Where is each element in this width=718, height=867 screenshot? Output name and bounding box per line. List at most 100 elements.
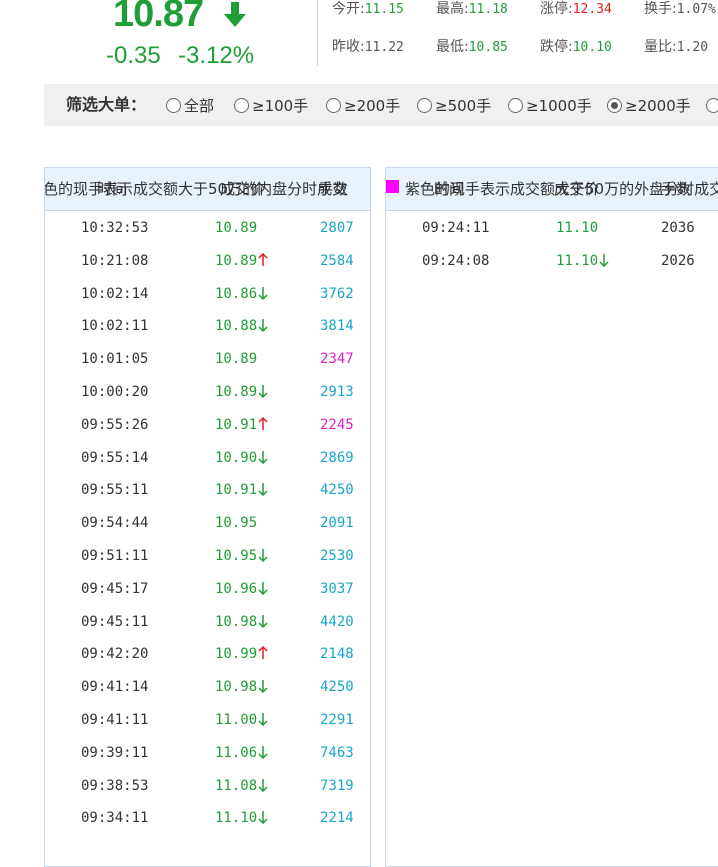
trade-price: 10.90 bbox=[215, 449, 268, 467]
stat-high: 最高:11.18 bbox=[436, 1, 508, 17]
trade-row: 09:24:11 11.10 2036 bbox=[386, 211, 718, 244]
arrow-up-icon bbox=[258, 252, 268, 266]
stat-limit-up: 涨停:12.34 bbox=[540, 1, 612, 17]
inner-trades-list: 10:32:53 10.89 2807 10:21:08 10.89 2584 10:02:… bbox=[45, 211, 370, 834]
radio-button[interactable] bbox=[508, 97, 523, 113]
trade-time: 10:02:14 bbox=[81, 285, 149, 302]
radio-button[interactable] bbox=[706, 97, 718, 113]
trade-price: 10.89 bbox=[215, 383, 268, 401]
trade-time: 09:55:14 bbox=[81, 449, 149, 466]
trade-row: 09:39:11 11.06 7463 bbox=[45, 736, 370, 769]
filter-option-more[interactable] bbox=[706, 95, 718, 115]
trade-volume: 3037 bbox=[320, 580, 354, 597]
outer-trades-header: 紫色的现手表示成交额大于50万的外盘分时成交 时间 成交价 手数 bbox=[386, 168, 718, 211]
trade-price: 11.10 bbox=[556, 252, 609, 270]
stat-volume-ratio: 量比:1.20 bbox=[644, 39, 709, 55]
trade-price: 10.96 bbox=[215, 580, 268, 598]
price-down-arrow-icon bbox=[224, 2, 246, 27]
filter-option-1000[interactable]: ≥1000手 bbox=[508, 95, 592, 115]
trade-price: 10.98 bbox=[215, 678, 268, 696]
trade-row: 09:42:20 10.99 2148 bbox=[45, 637, 370, 670]
col-price-header: 成交价 bbox=[554, 180, 600, 198]
trade-time: 09:55:26 bbox=[81, 416, 149, 433]
filter-option-2000[interactable]: ≥2000手 bbox=[607, 95, 691, 115]
radio-button[interactable] bbox=[417, 97, 432, 113]
arrow-down-icon bbox=[258, 712, 268, 726]
trade-price: 11.00 bbox=[215, 711, 268, 729]
arrow-down-icon bbox=[258, 778, 268, 792]
arrow-down-icon bbox=[258, 483, 268, 497]
trade-volume: 2148 bbox=[320, 646, 354, 663]
trade-volume: 3814 bbox=[320, 318, 354, 335]
arrow-down-icon bbox=[258, 581, 268, 595]
trade-row: 09:41:14 10.98 4250 bbox=[45, 670, 370, 703]
trade-row: 09:38:53 11.08 7319 bbox=[45, 769, 370, 802]
trade-row: 09:45:11 10.98 4420 bbox=[45, 605, 370, 638]
trade-price: 10.95 bbox=[215, 547, 268, 565]
trade-time: 09:54:44 bbox=[81, 515, 149, 532]
filter-option-100[interactable]: ≥100手 bbox=[234, 95, 308, 115]
trade-time: 09:38:53 bbox=[81, 777, 149, 794]
col-price-header: 成交价 bbox=[220, 180, 266, 198]
col-time-header: 时间 bbox=[434, 180, 465, 198]
trade-row: 09:55:26 10.91 2245 bbox=[45, 408, 370, 441]
trade-row: 09:34:11 11.10 2214 bbox=[45, 801, 370, 834]
big-order-filter-bar: 筛选大单： 全部 ≥100手 ≥200手 ≥500手 ≥1000手 ≥2000手 bbox=[44, 84, 718, 126]
trade-volume: 2036 bbox=[661, 220, 695, 236]
trade-time: 09:55:11 bbox=[81, 482, 149, 499]
arrow-down-icon bbox=[258, 680, 268, 694]
stat-prev-close: 昨收:11.22 bbox=[332, 39, 404, 55]
trade-volume: 2026 bbox=[661, 252, 695, 269]
filter-option-500[interactable]: ≥500手 bbox=[417, 95, 491, 115]
trade-time: 10:01:05 bbox=[81, 351, 149, 368]
trade-price: 10.89 bbox=[215, 351, 258, 368]
trade-volume: 3762 bbox=[320, 285, 354, 302]
stat-low: 最低:10.85 bbox=[436, 39, 508, 55]
trade-time: 09:34:11 bbox=[81, 810, 149, 827]
trade-price: 10.89 bbox=[215, 252, 268, 270]
arrow-up-icon bbox=[258, 416, 268, 430]
filter-option-200[interactable]: ≥200手 bbox=[326, 95, 400, 115]
arrow-down-icon bbox=[258, 450, 268, 464]
trade-time: 09:24:08 bbox=[422, 252, 490, 269]
arrow-down-icon bbox=[258, 811, 268, 825]
arrow-down-icon bbox=[258, 548, 268, 562]
filter-option-all[interactable]: 全部 bbox=[166, 95, 214, 115]
trade-price: 10.89 bbox=[215, 220, 258, 236]
trade-price: 10.88 bbox=[215, 317, 268, 335]
trade-row: 09:51:11 10.95 2530 bbox=[45, 539, 370, 572]
trade-row: 10:02:14 10.86 3762 bbox=[45, 277, 370, 310]
trade-volume: 2291 bbox=[320, 711, 354, 728]
trade-price: 10.98 bbox=[215, 613, 268, 631]
trade-volume: 7319 bbox=[320, 777, 354, 794]
trade-row: 10:32:53 10.89 2807 bbox=[45, 211, 370, 244]
arrow-down-icon bbox=[258, 286, 268, 300]
trade-time: 10:00:20 bbox=[81, 383, 149, 400]
trade-price: 11.06 bbox=[215, 744, 268, 762]
inner-trades-note: 色的现手表示成交额大于50万的内盘分时成交 bbox=[45, 180, 348, 198]
radio-button-selected[interactable] bbox=[607, 97, 622, 113]
arrow-down-icon bbox=[258, 319, 268, 333]
price-change-percent: -3.12% bbox=[178, 42, 255, 69]
trade-time: 09:39:11 bbox=[81, 744, 149, 761]
trade-volume: 4250 bbox=[320, 482, 354, 499]
trade-time: 09:45:17 bbox=[81, 580, 149, 597]
col-volume-header: 手数 bbox=[661, 180, 692, 198]
trade-time: 09:42:20 bbox=[81, 646, 149, 663]
outer-trades-panel: 紫色的现手表示成交额大于50万的外盘分时成交 时间 成交价 手数 09:24:1… bbox=[385, 167, 718, 867]
trade-price: 10.91 bbox=[215, 416, 268, 434]
inner-trades-header: 色的现手表示成交额大于50万的内盘分时成交 时间 成交价 手数 bbox=[45, 168, 370, 211]
trade-time: 10:02:11 bbox=[81, 318, 149, 335]
trade-volume: 2807 bbox=[320, 220, 354, 236]
trade-row: 10:01:05 10.89 2347 bbox=[45, 342, 370, 375]
trade-row: 10:00:20 10.89 2913 bbox=[45, 375, 370, 408]
radio-button[interactable] bbox=[326, 97, 341, 113]
trade-volume: 2245 bbox=[320, 416, 354, 433]
radio-button[interactable] bbox=[234, 97, 249, 113]
arrow-up-icon bbox=[258, 646, 268, 660]
trade-price: 11.08 bbox=[215, 777, 268, 795]
trade-row: 09:41:11 11.00 2291 bbox=[45, 703, 370, 736]
trade-time: 09:41:11 bbox=[81, 711, 149, 728]
radio-button[interactable] bbox=[166, 97, 181, 113]
trade-price: 10.95 bbox=[215, 515, 258, 532]
